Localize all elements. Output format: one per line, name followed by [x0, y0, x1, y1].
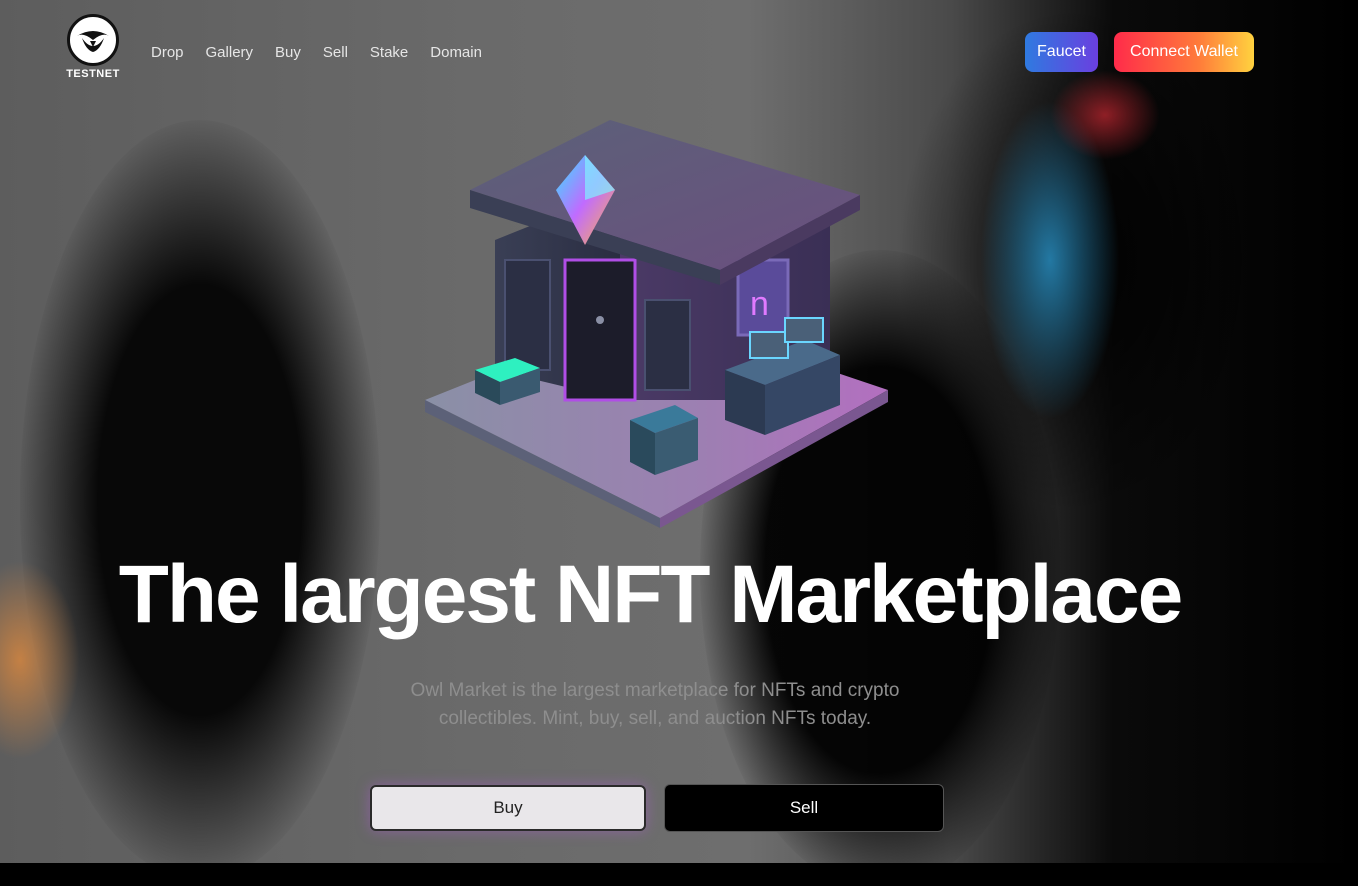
nav-item-sell[interactable]: Sell — [323, 44, 348, 61]
hero-subtitle: Owl Market is the largest marketplace fo… — [410, 680, 900, 729]
sell-button[interactable]: Sell — [664, 784, 944, 832]
buy-button[interactable]: Buy — [370, 785, 646, 831]
faucet-button[interactable]: Faucet — [1025, 32, 1098, 72]
brand-logo[interactable]: TESTNET — [62, 14, 124, 80]
connect-wallet-button[interactable]: Connect Wallet — [1114, 32, 1254, 72]
nav-item-buy[interactable]: Buy — [275, 44, 301, 61]
owl-icon — [67, 14, 119, 66]
main-nav: Drop Gallery Buy Sell Stake Domain — [151, 44, 504, 61]
nav-item-domain[interactable]: Domain — [430, 44, 482, 61]
nav-item-gallery[interactable]: Gallery — [206, 44, 254, 61]
hero-title: The largest NFT Marketplace — [118, 549, 1183, 640]
nav-item-drop[interactable]: Drop — [151, 44, 184, 61]
nav-item-stake[interactable]: Stake — [370, 44, 408, 61]
svg-text:n: n — [750, 285, 769, 323]
testnet-badge: TESTNET — [66, 68, 120, 80]
red-glow — [1050, 70, 1160, 160]
silhouette-left — [20, 120, 380, 863]
bottom-bar — [0, 863, 1358, 886]
nft-shop-house-icon: n — [420, 100, 900, 530]
